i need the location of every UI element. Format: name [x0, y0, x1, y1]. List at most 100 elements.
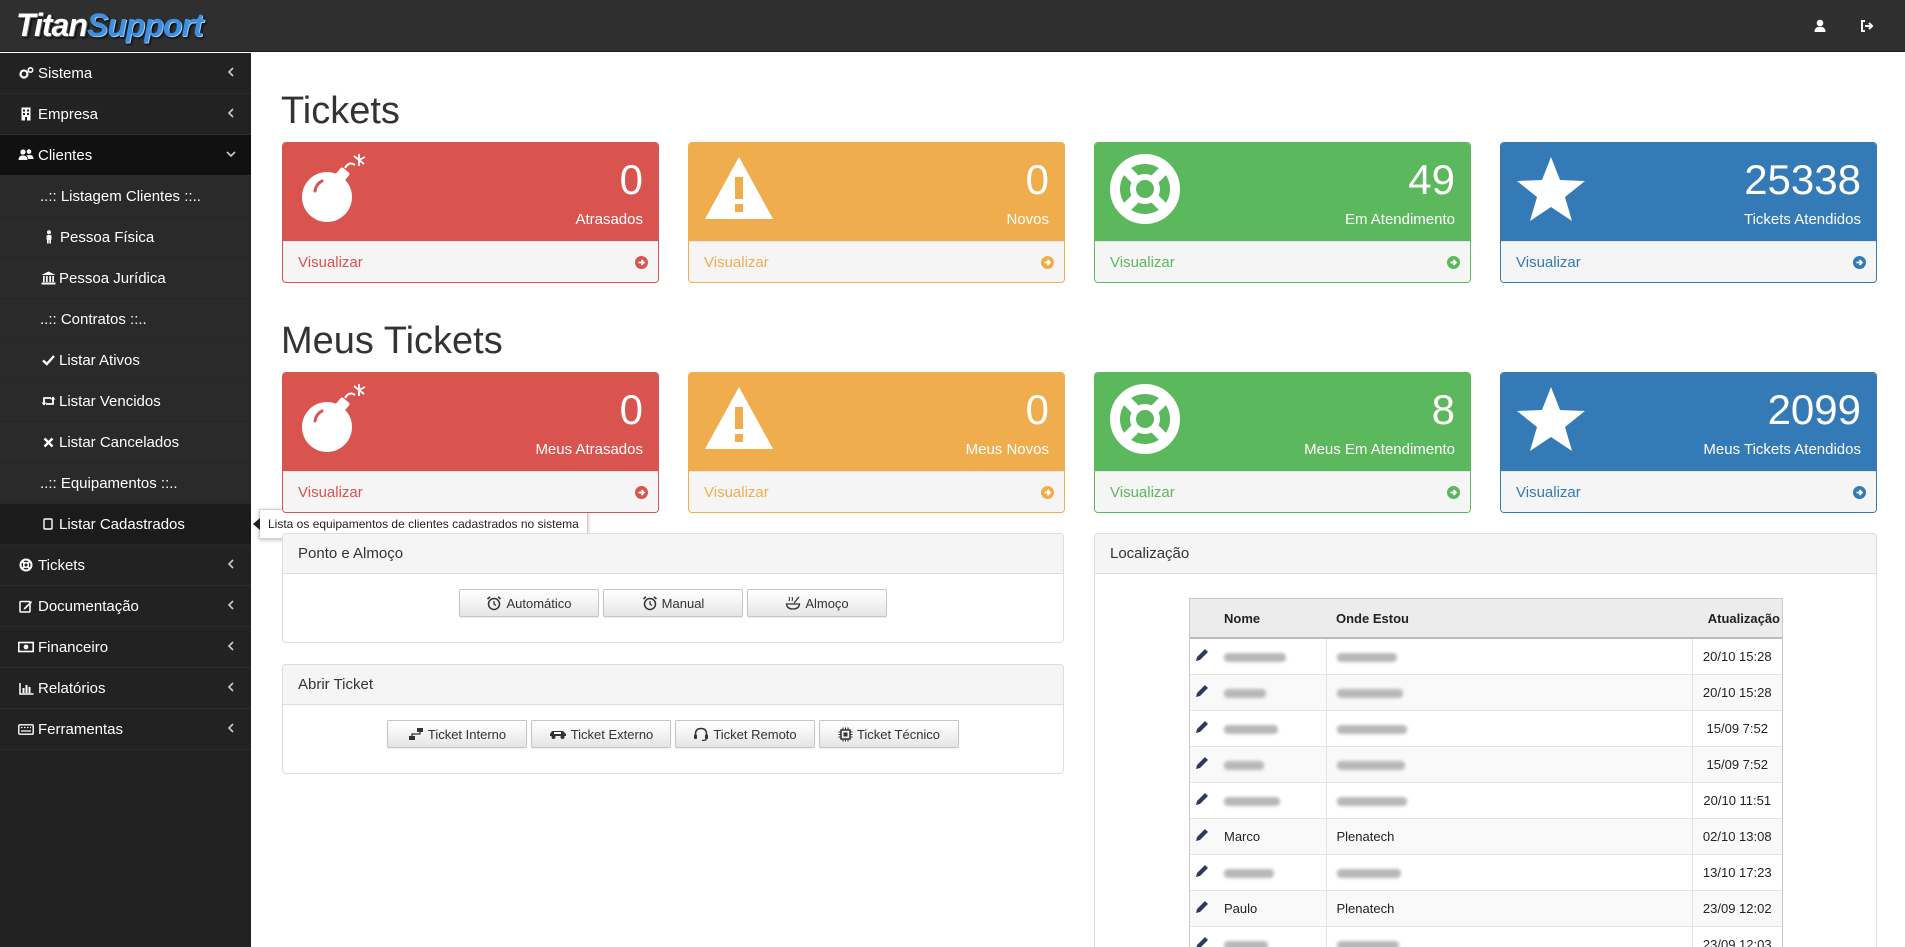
sidebar-item-empresa[interactable]: Empresa [0, 94, 251, 135]
redacted-text [1336, 760, 1405, 770]
ticket-interno-button[interactable]: Ticket Interno [387, 720, 527, 748]
almoco-button[interactable]: Almoço [747, 589, 887, 617]
cell-nome: Marco [1214, 818, 1326, 855]
chevron-left-icon [227, 108, 234, 118]
pencil-icon[interactable] [1194, 899, 1210, 915]
sub-item-equipamentos[interactable]: ..:: Equipamentos ::.. [0, 463, 251, 504]
ticket-tecnico-button[interactable]: Ticket Técnico [819, 720, 959, 748]
visualizar-link[interactable]: Visualizar [689, 471, 1064, 512]
sub-item-listar-vencidos[interactable]: Listar Vencidos [0, 381, 251, 422]
panel-meus-tickets-atendidos: 2099 Meus Tickets Atendidos Visualizar [1500, 372, 1877, 513]
sidebar-item-tickets[interactable]: Tickets [0, 545, 251, 586]
arrow-circle-right-icon [1041, 486, 1054, 499]
pencil-icon[interactable] [1194, 863, 1210, 879]
sidebar-sub-label: Pessoa Física [60, 228, 155, 246]
automatico-button[interactable]: Automático [459, 589, 599, 617]
pencil-icon[interactable] [1194, 683, 1210, 699]
cell-atualizacao: 02/10 13:08 [1691, 818, 1782, 855]
visualizar-link[interactable]: Visualizar [1095, 241, 1470, 282]
pencil-icon[interactable] [1194, 935, 1210, 947]
arrow-circle-right-icon [1447, 486, 1460, 499]
sub-item-listar-cadastrados[interactable]: Listar Cadastrados [0, 504, 251, 545]
sub-item-pessoa-juridica[interactable]: Pessoa Jurídica [0, 258, 251, 299]
pencil-icon[interactable] [1194, 719, 1210, 735]
arrow-circle-right-icon [1853, 256, 1866, 269]
brand-part-2: Support [86, 7, 204, 43]
sub-item-contratos[interactable]: ..:: Contratos ::.. [0, 299, 251, 340]
redacted-text [1224, 868, 1274, 878]
ticket-externo-label: Ticket Externo [570, 726, 654, 742]
sidebar-sub-label: ..:: Equipamentos ::.. [40, 474, 178, 492]
cell-nome: Paulo [1214, 890, 1326, 927]
visualizar-link[interactable]: Visualizar [1501, 471, 1876, 512]
user-icon[interactable] [1810, 16, 1830, 36]
sidebar-item-financeiro[interactable]: Financeiro [0, 627, 251, 668]
sidebar-item-label: Ferramentas [38, 720, 124, 738]
sidebar-item-clientes[interactable]: Clientes [0, 135, 251, 176]
top-navbar: TitanSupport [0, 0, 1905, 52]
sidebar-sub-label: ..:: Listagem Clientes ::.. [40, 187, 201, 205]
pencil-icon[interactable] [1194, 827, 1210, 843]
chevron-left-icon [227, 723, 234, 733]
sidebar-sub-label: Listar Cancelados [59, 433, 180, 451]
chevron-left-icon [227, 600, 234, 610]
panel-value: 8 [1431, 386, 1455, 433]
sub-item-listar-ativos[interactable]: Listar Ativos [0, 340, 251, 381]
cell-onde [1325, 638, 1692, 675]
table-row: 15/09 7:52 [1190, 710, 1782, 747]
sidebar-sub-label: ..:: Contratos ::.. [40, 310, 147, 328]
sidebar-item-sistema[interactable]: Sistema [0, 53, 251, 94]
sub-item-listagem-clientes[interactable]: ..:: Listagem Clientes ::.. [0, 176, 251, 217]
cell-onde [1325, 926, 1692, 947]
cell-onde [1325, 782, 1692, 819]
visualizar-link[interactable]: Visualizar [283, 471, 658, 512]
redacted-text [1336, 796, 1407, 806]
cell-onde [1325, 674, 1692, 711]
visualizar-label: Visualizar [1516, 254, 1581, 271]
redacted-text [1336, 652, 1397, 662]
cell-nome [1214, 854, 1326, 891]
sidebar: Sistema Empresa Clientes ..:: Listagem C… [0, 53, 251, 947]
users-icon [18, 147, 34, 163]
manual-button[interactable]: Manual [603, 589, 743, 617]
pencil-icon[interactable] [1194, 791, 1210, 807]
lifebuoy-icon [18, 557, 34, 573]
cell-atualizacao: 13/10 17:23 [1691, 854, 1782, 891]
redacted-text [1224, 724, 1278, 734]
panel-value: 0 [619, 156, 643, 203]
warning-icon [705, 157, 773, 219]
ticket-remoto-button[interactable]: Ticket Remoto [675, 720, 815, 748]
lifebuoy-icon [1110, 384, 1180, 454]
pencil-icon[interactable] [1194, 755, 1210, 771]
visualizar-link[interactable]: Visualizar [689, 241, 1064, 282]
sidebar-item-relatorios[interactable]: Relatórios [0, 668, 251, 709]
panel-meus-em-atendimento: 8 Meus Em Atendimento Visualizar [1094, 372, 1471, 513]
table-header-edit [1190, 599, 1214, 639]
page-title-meus-tickets: Meus Tickets [281, 320, 503, 362]
headset-icon [694, 727, 709, 741]
brand-logo[interactable]: TitanSupport [16, 6, 203, 44]
table-row: 20/10 15:28 [1190, 674, 1782, 711]
ticket-remoto-label: Ticket Remoto [713, 726, 797, 742]
pencil-icon[interactable] [1194, 647, 1210, 663]
visualizar-label: Visualizar [1516, 484, 1581, 501]
sign-out-icon[interactable] [1857, 16, 1877, 36]
ponto-buttons: Automático Manual Almoço [459, 589, 887, 617]
sub-item-listar-cancelados[interactable]: Listar Cancelados [0, 422, 251, 463]
star-icon [1517, 387, 1585, 451]
visualizar-link[interactable]: Visualizar [1501, 241, 1876, 282]
sidebar-item-label: Sistema [38, 64, 93, 82]
visualizar-label: Visualizar [704, 484, 769, 501]
sub-item-pessoa-fisica[interactable]: Pessoa Física [0, 217, 251, 258]
x-icon [40, 434, 56, 450]
panel-caption: Atrasados [575, 211, 643, 228]
sidebar-item-documentacao[interactable]: Documentação [0, 586, 251, 627]
table-row: 23/09 12:03 [1190, 926, 1782, 947]
arrow-circle-right-icon [1041, 256, 1054, 269]
visualizar-link[interactable]: Visualizar [1095, 471, 1470, 512]
visualizar-link[interactable]: Visualizar [283, 241, 658, 282]
ticket-externo-button[interactable]: Ticket Externo [531, 720, 671, 748]
panel-value: 0 [1025, 386, 1049, 433]
sidebar-item-ferramentas[interactable]: Ferramentas [0, 709, 251, 750]
arrow-circle-right-icon [635, 256, 648, 269]
